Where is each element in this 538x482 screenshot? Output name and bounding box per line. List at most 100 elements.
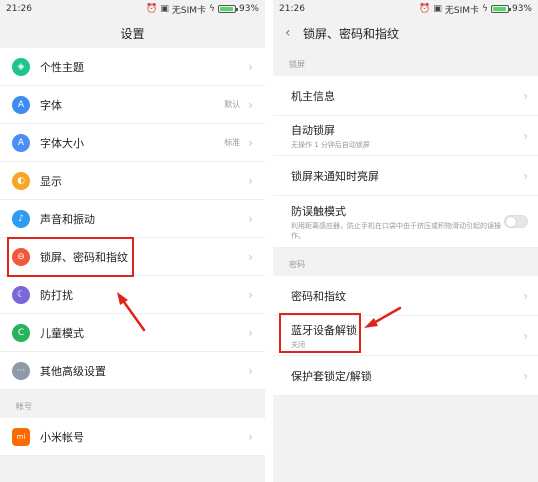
chevron-right-icon: › (248, 287, 253, 302)
settings-list: ◈ 个性主题 › A 字体 默认 › A 字体大小 标准 › ◐ 显示 › ♪ 声音和振动 › ⊖ 锁屏、密码和指纹… (0, 48, 265, 390)
account-list: mi 小米帐号 › (0, 418, 265, 456)
battery-icon (490, 5, 511, 13)
password-list: 密码和指纹 › 蓝牙设备解锁 关闭 › 保护套锁定/解锁 › (273, 276, 538, 396)
settings-item-label: 个性主题 (40, 60, 84, 74)
lock-list: 机主信息 › 自动锁屏 无操作 1 分钟后自动锁屏 › 锁屏来通知时亮屏 › 防误触模式 利用距… (273, 76, 538, 248)
lock-settings-item[interactable]: 蓝牙设备解锁 关闭 › (273, 316, 538, 356)
page-title: 设置 (120, 26, 145, 41)
chevron-right-icon: › (523, 328, 528, 343)
status-bar: 21:26 ⏰ ▣ 无SIM卡 ϟ 93% (273, 0, 538, 18)
settings-item[interactable]: ♪ 声音和振动 › (0, 200, 265, 238)
section-header-password: 密码 (273, 248, 538, 276)
lock-settings-screen: 21:26 ⏰ ▣ 无SIM卡 ϟ 93% ‹ 锁屏、密码和指纹 锁屏 机主信息… (273, 0, 538, 482)
battery-level: 93% (511, 4, 532, 14)
account-item-label: 小米帐号 (40, 430, 84, 444)
settings-item[interactable]: A 字体 默认 › (0, 86, 265, 124)
charging-icon: ϟ (482, 4, 488, 14)
font-size-icon: A (12, 133, 30, 152)
item-label: 保护套锁定/解锁 (291, 369, 372, 383)
settings-item-label: 防打扰 (40, 288, 73, 302)
mi-account-icon: mi (12, 427, 30, 446)
chevron-right-icon: › (523, 168, 528, 183)
lock-settings-item[interactable]: 自动锁屏 无操作 1 分钟后自动锁屏 › (273, 116, 538, 156)
theme-icon: ◈ (12, 57, 30, 76)
chevron-right-icon: › (248, 135, 253, 150)
item-text: 防误触模式利用距离感应器，防止手机在口袋中由于挤压或积物滑动引起的误操作。 (291, 203, 504, 241)
chevron-right-icon: › (248, 59, 253, 74)
child-icon: C (12, 323, 30, 342)
settings-item[interactable]: ⊖ 锁屏、密码和指纹 › (0, 238, 265, 276)
lock-settings-item[interactable]: 锁屏来通知时亮屏 › (273, 156, 538, 196)
chevron-right-icon: › (248, 211, 253, 226)
item-subtitle: 无操作 1 分钟后自动锁屏 (291, 140, 370, 149)
item-label: 自动锁屏 (291, 123, 335, 137)
sim-icon: ▣ (160, 4, 169, 14)
sim-icon: ▣ (433, 4, 442, 14)
lock-settings-item[interactable]: 防误触模式利用距离感应器，防止手机在口袋中由于挤压或积物滑动引起的误操作。 (273, 196, 538, 248)
section-header-lock: 锁屏 (273, 48, 538, 76)
chevron-right-icon: › (523, 288, 528, 303)
item-text: 密码和指纹 (291, 288, 523, 304)
item-label: 防误触模式 (291, 204, 346, 218)
item-text: 锁屏来通知时亮屏 (291, 168, 523, 184)
settings-item-label: 声音和振动 (40, 212, 95, 226)
item-label: 蓝牙设备解锁 (291, 323, 357, 337)
settings-item[interactable]: A 字体大小 标准 › (0, 124, 265, 162)
settings-item-value: 标准 (224, 138, 241, 147)
battery-level: 93% (238, 4, 259, 14)
lock-settings-item[interactable]: 保护套锁定/解锁 › (273, 356, 538, 396)
page-title: ‹ 锁屏、密码和指纹 (285, 25, 400, 41)
settings-item[interactable]: C 儿童模式 › (0, 314, 265, 352)
lock-settings-item[interactable]: 机主信息 › (273, 76, 538, 116)
item-label: 机主信息 (291, 89, 335, 103)
chevron-right-icon: › (248, 429, 253, 444)
settings-item[interactable]: ☾ 防打扰 › (0, 276, 265, 314)
settings-item-label: 锁屏、密码和指纹 (40, 250, 128, 264)
more-icon: ··· (12, 361, 30, 380)
settings-item-label: 字体大小 (40, 136, 84, 150)
charging-icon: ϟ (209, 4, 215, 14)
settings-item-label: 字体 (40, 98, 62, 112)
status-bar: 21:26 ⏰ ▣ 无SIM卡 ϟ 93% (0, 0, 265, 18)
chevron-right-icon: › (248, 97, 253, 112)
item-text: 保护套锁定/解锁 (291, 368, 523, 384)
toggle-switch[interactable] (504, 215, 528, 228)
status-time: 21:26 (6, 4, 32, 14)
settings-item-label: 显示 (40, 174, 62, 188)
account-item[interactable]: mi 小米帐号 › (0, 418, 265, 456)
alarm-icon: ⏰ (419, 4, 431, 14)
chevron-right-icon: › (523, 368, 528, 383)
chevron-right-icon: › (248, 173, 253, 188)
settings-item[interactable]: ··· 其他高级设置 › (0, 352, 265, 390)
item-label: 锁屏来通知时亮屏 (291, 169, 379, 183)
item-label: 密码和指纹 (291, 289, 346, 303)
item-subtitle: 利用距离感应器，防止手机在口袋中由于挤压或积物滑动引起的误操作。 (291, 221, 501, 240)
sound-icon: ♪ (12, 209, 30, 228)
status-time: 21:26 (279, 4, 305, 14)
item-subtitle: 关闭 (291, 340, 305, 349)
settings-item-label: 其他高级设置 (40, 364, 106, 378)
alarm-icon: ⏰ (146, 4, 158, 14)
chevron-right-icon: › (523, 88, 528, 103)
settings-item-value: 默认 (224, 100, 241, 109)
item-text: 机主信息 (291, 88, 523, 104)
lock-icon: ⊖ (12, 247, 30, 266)
chevron-right-icon: › (248, 325, 253, 340)
display-icon: ◐ (12, 171, 30, 190)
back-arrow-icon[interactable]: ‹ (285, 25, 291, 41)
sim-status: 无SIM卡 (444, 5, 480, 16)
item-text: 自动锁屏无操作 1 分钟后自动锁屏 (291, 122, 523, 150)
font-icon: A (12, 95, 30, 114)
battery-icon (217, 5, 238, 13)
section-header-account: 帐号 (0, 390, 265, 418)
chevron-right-icon: › (248, 249, 253, 264)
settings-screen: 21:26 ⏰ ▣ 无SIM卡 ϟ 93% 设置 ◈ 个性主题 › A 字体 默认 › A 字体… (0, 0, 265, 482)
settings-item[interactable]: ◈ 个性主题 › (0, 48, 265, 86)
lock-settings-item[interactable]: 密码和指纹 › (273, 276, 538, 316)
sim-status: 无SIM卡 (171, 5, 207, 16)
item-text: 蓝牙设备解锁 关闭 (291, 322, 523, 350)
chevron-right-icon: › (523, 128, 528, 143)
settings-item-label: 儿童模式 (40, 326, 84, 340)
chevron-right-icon: › (248, 363, 253, 378)
settings-item[interactable]: ◐ 显示 › (0, 162, 265, 200)
